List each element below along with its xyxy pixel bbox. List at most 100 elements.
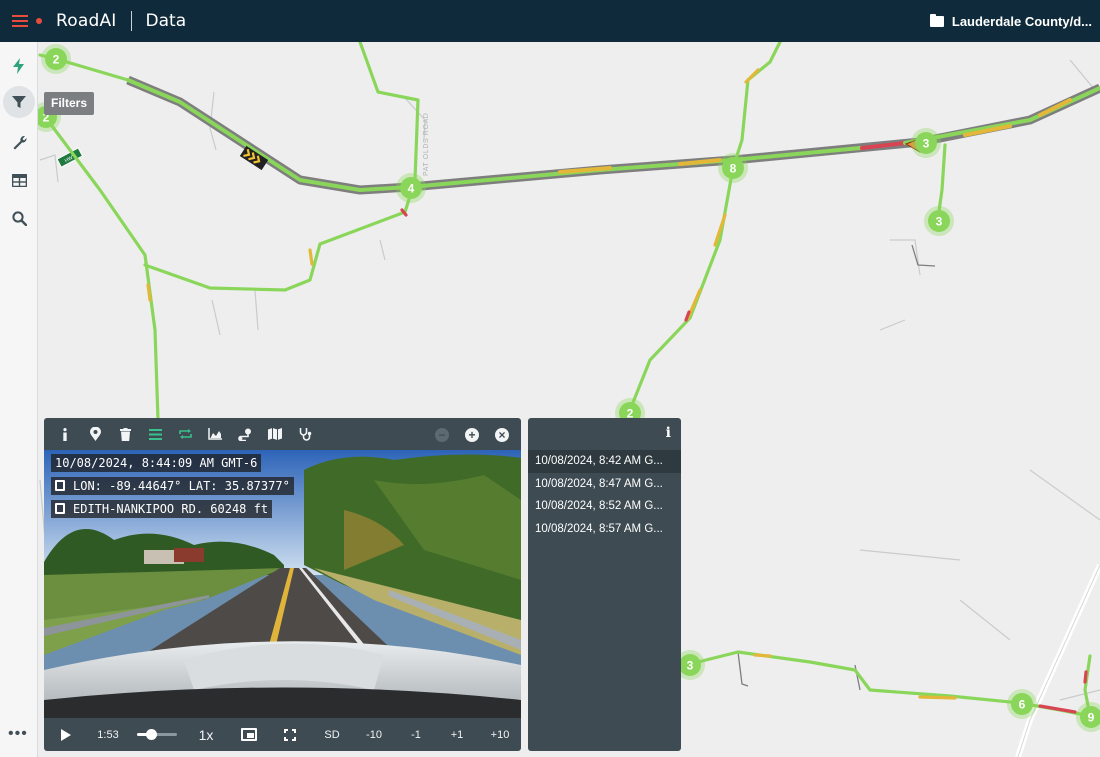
play-icon — [61, 728, 71, 741]
video-toolbar: − + × — [44, 418, 521, 450]
video-datetime: 10/08/2024, 8:44:09 AM GMT-6 — [51, 454, 262, 472]
trash-icon — [119, 427, 131, 441]
playback-time: 1:53 — [97, 728, 119, 741]
cluster-marker[interactable]: 4 — [396, 173, 426, 203]
cluster-marker[interactable]: 6 — [1007, 689, 1037, 719]
video-controls: 1:53 1x SD -10 -1 +1 +10 — [44, 718, 521, 751]
section-title: Data — [145, 11, 187, 31]
table-icon — [11, 173, 27, 187]
cluster-count: 6 — [1019, 698, 1026, 712]
pip-button[interactable] — [238, 718, 260, 751]
cluster-count: 3 — [936, 215, 943, 229]
volume-slider[interactable] — [137, 729, 177, 740]
cluster-marker[interactable]: 2 — [41, 44, 71, 74]
map-button[interactable] — [260, 419, 290, 449]
cluster-marker[interactable]: 8 — [718, 153, 748, 183]
minimize-button[interactable]: − — [435, 428, 449, 442]
lon-value: -89.44647° — [109, 479, 182, 493]
menu-button[interactable] — [6, 7, 34, 35]
timestamp-item[interactable]: 10/08/2024, 8:47 AM G... — [528, 473, 681, 496]
expand-button[interactable]: + — [465, 428, 479, 442]
folder-selector[interactable]: Lauderdale County/d... — [929, 0, 1092, 42]
skip-fwd-10-button[interactable]: +10 — [487, 718, 513, 751]
window-controls: − + × — [427, 420, 517, 450]
picture-in-picture-icon — [241, 728, 257, 741]
timestamp-item[interactable]: 10/08/2024, 8:52 AM G... — [528, 495, 681, 518]
lightning-icon — [13, 58, 24, 74]
skip-back-1-button[interactable]: -1 — [406, 718, 426, 751]
area-chart-icon — [208, 428, 222, 440]
road-label-pat-olds: PAT OLDS ROAD — [423, 113, 430, 176]
video-road-info: EDITH-NANKIPOO RD. 60248 ft — [51, 500, 273, 518]
cluster-count: 4 — [408, 182, 415, 196]
timestamp-item[interactable]: 10/08/2024, 8:57 AM G... — [528, 518, 681, 541]
skip-fwd-1-button[interactable]: +1 — [447, 718, 467, 751]
main-road — [126, 78, 1100, 192]
pin-button[interactable] — [80, 419, 110, 449]
brand-name: RoadAI — [56, 11, 117, 31]
cluster-marker[interactable]: 3 — [924, 206, 954, 236]
fullscreen-button[interactable] — [282, 718, 298, 751]
video-coordinates: LON: -89.44647° LAT: 35.87377° — [51, 477, 294, 495]
repeat-button[interactable] — [170, 419, 200, 449]
rail-item-table[interactable] — [3, 164, 35, 196]
lat-value: 35.87377° — [224, 479, 290, 493]
filter-icon — [12, 96, 26, 108]
cluster-count: 9 — [1088, 711, 1095, 725]
rail-item-tools[interactable] — [3, 126, 35, 158]
copy-icon[interactable] — [55, 503, 65, 514]
top-bar: RoadAI Data Lauderdale County/d... — [0, 0, 1100, 42]
copy-icon[interactable] — [55, 480, 65, 491]
left-rail: ••• — [0, 42, 38, 757]
rail-item-search[interactable] — [3, 202, 35, 234]
rail-item-filters[interactable] — [3, 86, 35, 118]
fullscreen-icon — [284, 728, 296, 741]
hamburger-icon — [12, 15, 28, 27]
side-street — [737, 244, 936, 691]
wrench-icon — [13, 135, 27, 149]
pin-icon — [89, 427, 101, 441]
cluster-count: 2 — [53, 53, 60, 67]
timestamps-list: 10/08/2024, 8:42 AM G... 10/08/2024, 8:4… — [528, 450, 681, 540]
chart-button[interactable] — [200, 419, 230, 449]
brand-divider — [130, 11, 132, 31]
timestamps-info-button[interactable]: i — [666, 425, 671, 441]
skip-back-10-button[interactable]: -10 — [362, 718, 386, 751]
cluster-marker[interactable]: 9 — [1076, 702, 1100, 732]
timestamps-panel: i 10/08/2024, 8:42 AM G... 10/08/2024, 8… — [528, 418, 681, 751]
list-icon — [148, 428, 162, 440]
delete-button[interactable] — [110, 419, 140, 449]
cluster-count: 3 — [687, 659, 694, 673]
search-icon — [11, 210, 27, 226]
video-panel: − + × 10/08/2024, 8:44:09 AM GMT-6 LON: … — [44, 418, 521, 751]
road-name: EDITH-NANKIPOO RD. — [73, 502, 204, 516]
info-button[interactable] — [50, 419, 80, 449]
stethoscope-icon — [299, 428, 311, 441]
timestamp-item[interactable]: 10/08/2024, 8:42 AM G... — [528, 450, 681, 473]
info-icon — [63, 427, 67, 441]
folder-icon — [929, 13, 944, 27]
lon-label: LON: — [73, 479, 102, 493]
route-button[interactable] — [230, 419, 260, 449]
diagnostics-button[interactable] — [290, 419, 320, 449]
repeat-icon — [178, 429, 192, 439]
more-menu[interactable]: ••• — [8, 725, 28, 743]
rail-item-actions[interactable] — [3, 50, 35, 82]
close-button[interactable]: × — [495, 428, 509, 442]
play-button[interactable] — [58, 718, 74, 751]
lat-label: LAT: — [188, 479, 218, 493]
speed-button[interactable]: 1x — [195, 718, 217, 751]
dashcam-video[interactable]: 10/08/2024, 8:44:09 AM GMT-6 LON: -89.44… — [44, 450, 521, 718]
quality-button[interactable]: SD — [320, 718, 344, 751]
filters-tooltip: Filters — [44, 92, 95, 115]
volume-knob[interactable] — [146, 729, 157, 740]
cluster-count: 3 — [923, 137, 930, 151]
folder-name: Lauderdale County/d... — [951, 13, 1092, 29]
cluster-marker[interactable]: 3 — [911, 128, 941, 158]
list-button[interactable] — [140, 419, 170, 449]
cluster-count: 8 — [730, 162, 737, 176]
map-icon — [268, 428, 282, 440]
road-distance: 60248 ft — [210, 502, 269, 516]
route-icon — [238, 428, 251, 441]
status-dot — [36, 18, 42, 24]
